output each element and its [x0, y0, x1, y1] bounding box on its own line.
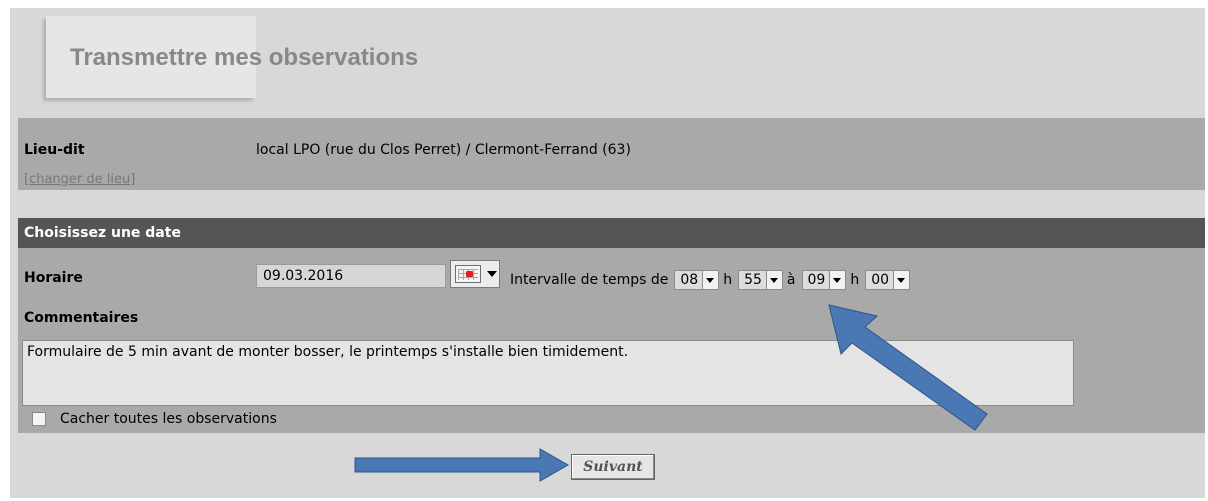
change-location-link[interactable]: [changer de lieu] [24, 172, 135, 187]
page-title: Transmettre mes observations [70, 44, 419, 71]
dropdown-arrow-icon [829, 271, 846, 289]
end-hour-value: 09 [807, 272, 826, 288]
hour-separator: h [723, 272, 733, 288]
horaire-label: Horaire [24, 270, 83, 286]
dropdown-arrow-icon [765, 271, 782, 289]
end-minute-select[interactable]: 00 [865, 270, 911, 290]
start-hour-select[interactable]: 08 [674, 270, 720, 290]
dropdown-arrow-icon [702, 271, 719, 289]
start-minute-value: 55 [744, 272, 762, 288]
dropdown-arrow-icon [893, 271, 910, 289]
page-background: Transmettre mes observations Lieu-dit lo… [10, 8, 1205, 498]
to-label: à [786, 272, 796, 288]
comments-textarea[interactable]: Formulaire de 5 min avant de monter boss… [22, 340, 1074, 406]
date-form-panel: Horaire Intervalle de temps de 08 h 55 à… [18, 248, 1205, 433]
end-minute-value: 00 [871, 272, 890, 288]
time-interval-row: Intervalle de temps de 08 h 55 à 09 h 00 [506, 268, 911, 292]
calendar-icon [455, 265, 481, 283]
start-hour-value: 08 [680, 272, 699, 288]
location-label: Lieu-dit [24, 142, 85, 158]
date-input[interactable] [256, 264, 446, 288]
end-hour-select[interactable]: 09 [801, 270, 847, 290]
hour-separator: h [850, 272, 860, 288]
hide-observations-checkbox[interactable] [32, 412, 46, 426]
interval-label: Intervalle de temps de [510, 272, 669, 288]
dropdown-arrow-icon [487, 271, 497, 277]
hide-observations-label: Cacher toutes les observations [60, 411, 277, 427]
comments-label: Commentaires [24, 310, 139, 326]
start-minute-select[interactable]: 55 [738, 270, 783, 290]
next-button[interactable]: Suivant [571, 454, 655, 480]
location-panel: Lieu-dit local LPO (rue du Clos Perret) … [18, 118, 1205, 190]
date-section-title: Choisissez une date [24, 225, 181, 241]
calendar-button[interactable] [450, 260, 500, 288]
date-section-header: Choisissez une date [18, 218, 1205, 248]
hide-observations-row: Cacher toutes les observations [32, 411, 277, 427]
location-value: local LPO (rue du Clos Perret) / Clermon… [256, 142, 631, 158]
